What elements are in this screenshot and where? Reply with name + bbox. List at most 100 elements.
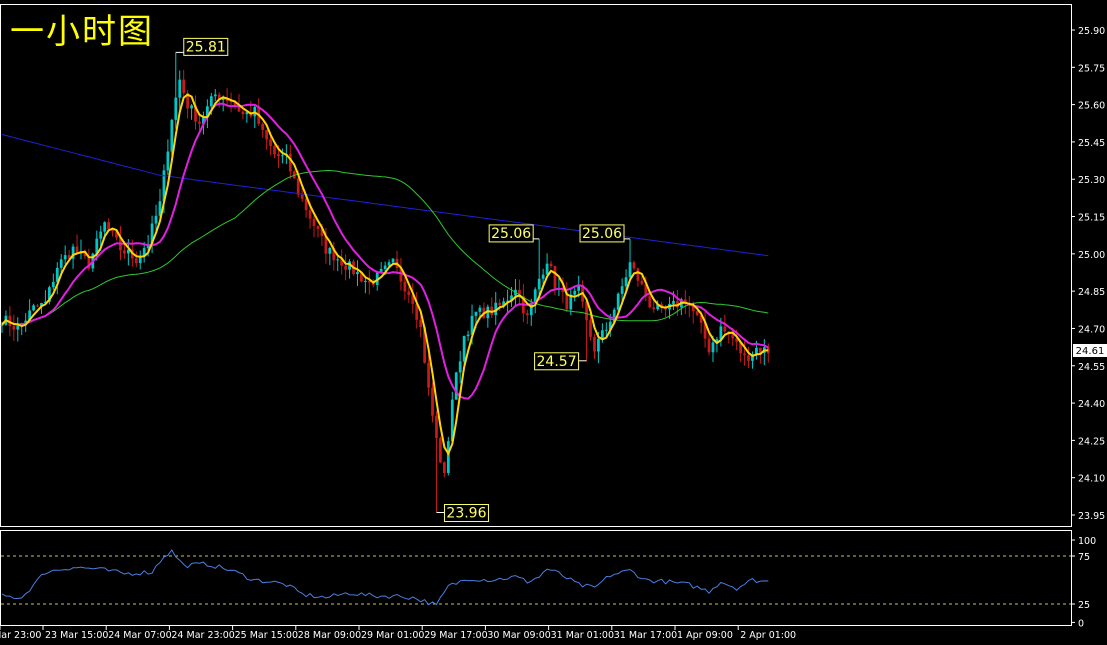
time-tick-label: 31 Mar 17:00 xyxy=(614,630,677,641)
price-tick-label: 24.70 xyxy=(1078,324,1105,335)
candle-body xyxy=(63,255,67,260)
candle-body xyxy=(379,268,383,272)
candle-body xyxy=(672,300,675,304)
price-tick-label: 23.95 xyxy=(1078,511,1105,522)
candle-body xyxy=(652,307,656,310)
candle-body xyxy=(593,336,596,352)
candle-body xyxy=(344,265,347,270)
time-tick-label: 29 Mar 17:00 xyxy=(424,630,487,641)
oscillator-tick-label: 75 xyxy=(1078,552,1090,563)
candle-body xyxy=(545,263,549,275)
candle-body xyxy=(265,129,268,140)
oscillator-tick-label: 100 xyxy=(1078,536,1096,547)
candle-body xyxy=(36,305,39,307)
candle-body xyxy=(632,262,636,269)
price-tick-label: 25.45 xyxy=(1078,138,1105,149)
candle-body xyxy=(407,291,411,296)
candle-body xyxy=(454,372,458,400)
time-tick-label: 29 Mar 01:00 xyxy=(361,630,424,641)
time-tick-label: 28 Mar 09:00 xyxy=(298,630,361,641)
price-tick-label: 24.25 xyxy=(1078,436,1105,447)
candle-body xyxy=(178,79,182,98)
candle-body xyxy=(458,361,462,373)
candle-body xyxy=(443,462,446,473)
candle-body xyxy=(166,151,170,171)
candle-body xyxy=(300,194,304,199)
current-price-label: 24.61 xyxy=(1076,346,1105,357)
candle-body xyxy=(316,225,320,230)
candle-body xyxy=(32,305,35,311)
time-tick-label: 23 Mar 23:00 xyxy=(0,630,41,641)
price-tick-label: 24.85 xyxy=(1078,287,1105,298)
candle-body xyxy=(391,258,395,263)
candle-body xyxy=(537,278,541,290)
candle-body xyxy=(107,222,110,230)
candle-body xyxy=(12,326,16,330)
candle-body xyxy=(75,246,79,254)
candle-body xyxy=(435,415,438,439)
candle-body xyxy=(549,263,553,267)
candle-body xyxy=(498,302,502,306)
candle-body xyxy=(446,441,450,473)
oscillator-tick-label: 0 xyxy=(1078,618,1084,629)
candle-body xyxy=(597,338,600,352)
price-tick-label: 24.55 xyxy=(1078,362,1105,373)
candle-body xyxy=(711,342,715,353)
candle-body xyxy=(624,277,628,287)
time-tick-label: 31 Mar 01:00 xyxy=(551,630,614,641)
time-tick-label: 1 Apr 09:00 xyxy=(677,630,733,641)
candle-body xyxy=(403,281,407,292)
candle-body xyxy=(431,387,434,416)
candle-body xyxy=(154,215,158,224)
time-tick-label: 23 Mar 15:00 xyxy=(45,630,108,641)
price-tick-label: 24.40 xyxy=(1078,399,1105,410)
candle-body xyxy=(640,280,644,285)
chart-canvas: 25.81 23.96 25.06 25.06 24.57 25.90 25.75 25.6… xyxy=(0,0,1107,645)
time-tick-label: 25 Mar 15:00 xyxy=(235,630,298,641)
candle-body xyxy=(707,338,711,353)
candle-body xyxy=(273,146,276,155)
candle-body xyxy=(269,139,272,147)
candle-body xyxy=(743,353,746,356)
candle-body xyxy=(288,153,292,172)
candle-body xyxy=(648,296,652,308)
candle-body xyxy=(474,311,478,316)
price-tick-label: 25.15 xyxy=(1078,213,1105,224)
candle-body xyxy=(747,355,750,361)
candle-body xyxy=(755,347,758,355)
price-tick-label: 25.75 xyxy=(1078,63,1105,74)
candle-body xyxy=(296,178,300,195)
candle-body xyxy=(182,79,186,94)
candle-body xyxy=(336,259,340,261)
annotation-label: 25.06 xyxy=(491,226,531,242)
candle-body xyxy=(462,336,466,362)
annotation-label: 23.96 xyxy=(446,506,486,522)
candle-body xyxy=(59,259,63,268)
candle-body xyxy=(525,313,529,316)
candle-body xyxy=(589,320,592,337)
candle-body xyxy=(312,218,316,226)
candle-body xyxy=(541,274,545,279)
price-tick-label: 25.00 xyxy=(1078,250,1105,261)
candle-body xyxy=(604,329,608,331)
current-price-marker: 24.61 xyxy=(1073,344,1107,357)
candle-body xyxy=(213,94,217,97)
candle-body xyxy=(99,231,103,239)
candle-body xyxy=(103,222,107,232)
time-tick-label: 24 Mar 07:00 xyxy=(108,630,171,641)
time-tick-label: 30 Mar 09:00 xyxy=(487,630,550,641)
candle-body xyxy=(261,123,265,130)
oscillator-tick-label: 25 xyxy=(1078,600,1090,611)
candle-body xyxy=(198,121,201,124)
time-tick-label: 2 Apr 01:00 xyxy=(740,630,796,641)
candle-body xyxy=(123,250,126,254)
candle-body xyxy=(356,272,359,275)
candle-body xyxy=(190,105,193,109)
candle-body xyxy=(170,119,174,152)
candle-body xyxy=(478,307,482,312)
candle-body xyxy=(439,438,442,463)
price-tick-label: 24.10 xyxy=(1078,474,1105,485)
candle-body xyxy=(620,286,624,294)
candle-body xyxy=(308,210,312,219)
candle-body xyxy=(51,281,55,288)
